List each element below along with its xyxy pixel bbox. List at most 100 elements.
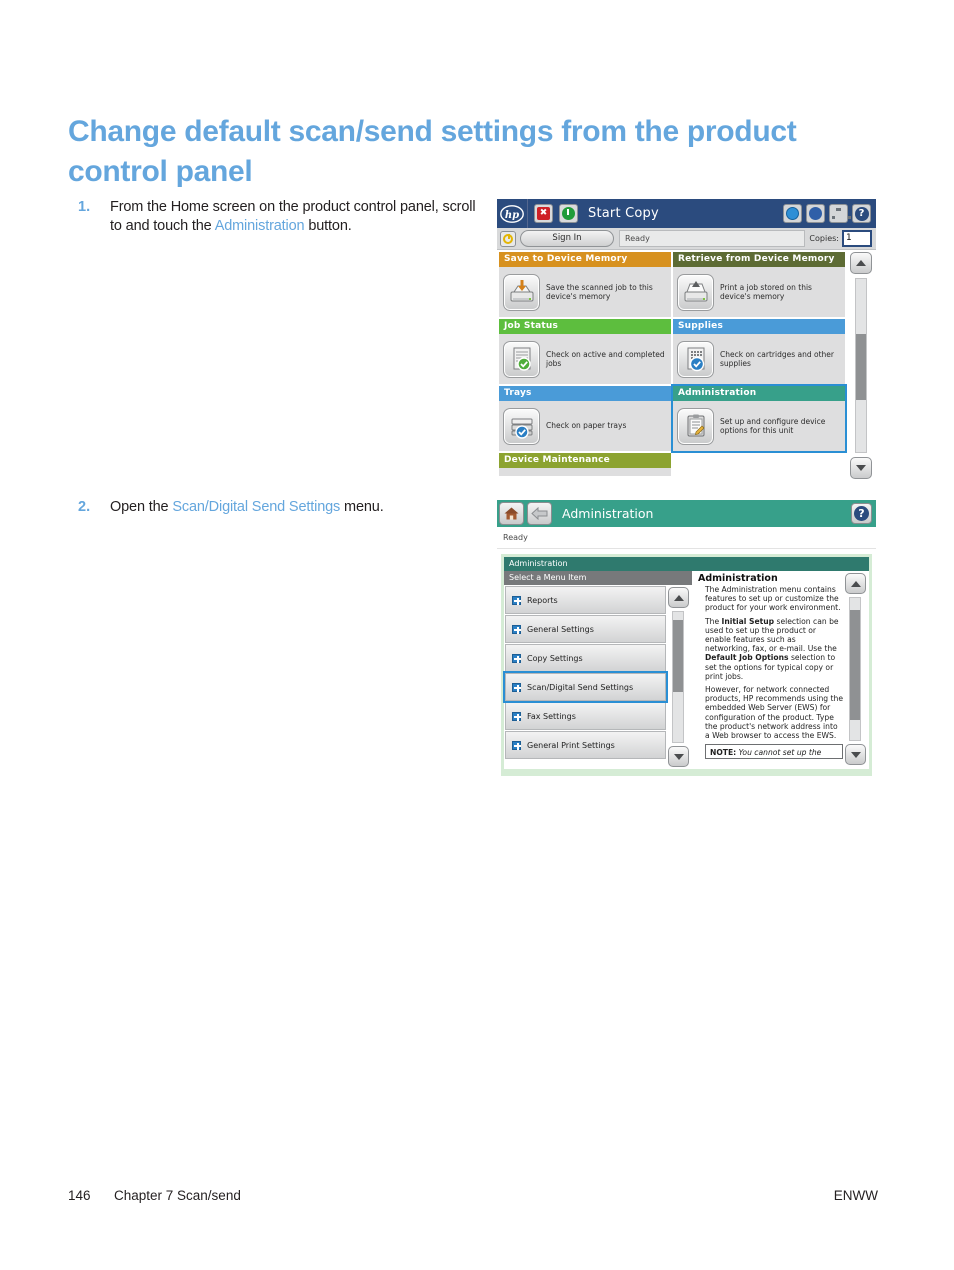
menu-item-general-settings[interactable]: General Settings [505, 615, 666, 643]
description-scroll-track[interactable] [849, 597, 861, 741]
tile-title: Job Status [499, 319, 671, 334]
tile-description: Check on cartridges and other supplies [720, 349, 834, 369]
expand-plus-icon [512, 711, 521, 721]
admin-panel-header: Administration [504, 557, 869, 571]
menu-scroll-thumb[interactable] [673, 620, 683, 692]
moon-icon[interactable] [806, 204, 825, 223]
tile-body: Set up and configure device options for … [673, 401, 845, 451]
tile-supplies[interactable]: Supplies Check on cartridges and other s… [673, 319, 845, 384]
page-footer: 146 Chapter 7 Scan/send ENWW [68, 1188, 878, 1203]
step-1-text-after: button. [304, 218, 352, 234]
tile-job-status[interactable]: Job Status Check on active and completed… [499, 319, 671, 384]
tile-title: Supplies [673, 319, 845, 334]
tile-body: Save the scanned job to this device's me… [499, 267, 671, 317]
copies-label: Copies: [809, 234, 839, 243]
home-tile-area: Save to Device Memory Save the scanned j… [497, 250, 876, 481]
stop-icon[interactable]: ✖ [534, 204, 553, 223]
start-icon[interactable] [559, 204, 578, 223]
tile-description: Set up and configure device options for … [720, 416, 826, 436]
administration-icon [677, 407, 714, 445]
tile-administration[interactable]: Administration Set up and configure devi… [671, 384, 847, 453]
tile-body: Check on cartridges and other supplies [673, 334, 845, 384]
menu-scrollbar[interactable] [668, 587, 691, 767]
tile-body: Check on paper trays [499, 401, 671, 451]
tile-title: Save to Device Memory [499, 252, 671, 267]
scroll-thumb[interactable] [856, 334, 866, 400]
tile-body: Check on active and completed jobs [499, 334, 671, 384]
expand-plus-icon [512, 595, 521, 605]
description-paragraph-3: However, for network connected products,… [705, 685, 843, 741]
tile-title: Retrieve from Device Memory [673, 252, 845, 267]
menu-item-general-print-settings[interactable]: General Print Settings [505, 731, 666, 759]
copies-input[interactable]: 1 [842, 230, 872, 247]
menu-list: Reports General Settings Copy Settings S… [503, 586, 692, 759]
menu-item-label: Copy Settings [527, 653, 583, 663]
note-label: NOTE: [710, 748, 737, 758]
scroll-track[interactable] [855, 278, 867, 453]
tile-title: Administration [673, 386, 845, 401]
menu-scroll-up-button[interactable] [668, 587, 689, 608]
home-icon[interactable] [499, 502, 524, 525]
admin-panel: Administration Select a Menu Item Report… [501, 554, 872, 776]
control-panel-topbar: hp ✖ Start Copy ? [497, 199, 876, 228]
menu-header: Select a Menu Item [504, 571, 692, 585]
home-scrollbar[interactable] [850, 252, 874, 479]
description-scrollbar[interactable] [845, 573, 868, 765]
tile-trays[interactable]: Trays Check on paper trays [499, 386, 671, 451]
menu-scroll-track[interactable] [672, 611, 684, 743]
menu-item-fax-settings[interactable]: Fax Settings [505, 702, 666, 730]
tile-description: Save the scanned job to this device's me… [546, 282, 653, 302]
scroll-up-button[interactable] [850, 252, 872, 274]
description-scroll-thumb[interactable] [850, 610, 860, 720]
tile-description: Print a job stored on this device's memo… [720, 282, 812, 302]
status-text: Ready [619, 230, 806, 247]
menu-item-label: Scan/Digital Send Settings [527, 682, 634, 692]
scroll-down-button[interactable] [850, 457, 872, 479]
menu-item-copy-settings[interactable]: Copy Settings [505, 644, 666, 672]
tile-title: Device Maintenance [499, 453, 671, 468]
svg-text:hp: hp [505, 210, 519, 221]
tile-device-maintenance[interactable]: Device Maintenance [499, 453, 671, 476]
note-text: You cannot set up the [736, 748, 822, 758]
sign-in-button[interactable]: Sign In [520, 230, 614, 247]
description-scroll-down-button[interactable] [845, 744, 866, 765]
admin-title: Administration [562, 506, 654, 521]
step-1-number: 1. [78, 199, 91, 215]
power-icon[interactable] [500, 230, 516, 247]
admin-columns: Select a Menu Item Reports General Setti… [503, 571, 869, 769]
tile-description: Check on paper trays [546, 421, 627, 431]
description-title: Administration [698, 573, 778, 584]
step-2-text-after: menu. [340, 499, 384, 515]
footer-page-number: 146 [68, 1188, 91, 1203]
menu-item-label: Reports [527, 595, 558, 605]
step-2-text-before: Open the [110, 499, 173, 515]
menu-item-reports[interactable]: Reports [505, 586, 666, 614]
step-2-text: Open the Scan/Digital Send Settings menu… [110, 498, 384, 517]
step-2-accent: Scan/Digital Send Settings [172, 499, 341, 515]
globe-icon[interactable] [783, 204, 802, 223]
page-title: Change default scan/send settings from t… [68, 115, 797, 189]
help-icon[interactable]: ? [852, 204, 871, 223]
home-screen-screenshot: hp ✖ Start Copy ? Sign In Ready Copies: … [497, 199, 876, 482]
administration-screenshot: Administration ? Ready Administration Se… [497, 500, 876, 788]
back-arrow-icon[interactable] [527, 502, 552, 525]
help-icon[interactable]: ? [851, 503, 872, 524]
tile-body [499, 468, 671, 476]
menu-item-label: Fax Settings [527, 711, 576, 721]
network-icon[interactable] [829, 204, 851, 223]
expand-plus-icon [512, 740, 521, 750]
menu-item-label: General Settings [527, 624, 594, 634]
save-to-memory-icon [503, 273, 540, 311]
footer-locale: ENWW [833, 1188, 878, 1203]
admin-topbar: Administration ? [497, 500, 876, 527]
tile-retrieve-from-device-memory[interactable]: Retrieve from Device Memory Print a job … [673, 252, 845, 317]
description-scroll-up-button[interactable] [845, 573, 866, 594]
step-2-number: 2. [78, 499, 91, 515]
menu-scroll-down-button[interactable] [668, 746, 689, 767]
tile-save-to-device-memory[interactable]: Save to Device Memory Save the scanned j… [499, 252, 671, 317]
trays-icon [503, 407, 540, 445]
tile-description: Check on active and completed jobs [546, 349, 665, 369]
menu-item-scan-digital-send-settings[interactable]: Scan/Digital Send Settings [503, 671, 668, 703]
admin-menu-column: Select a Menu Item Reports General Setti… [503, 571, 692, 769]
copies-group: Copies: 1 [809, 230, 872, 247]
